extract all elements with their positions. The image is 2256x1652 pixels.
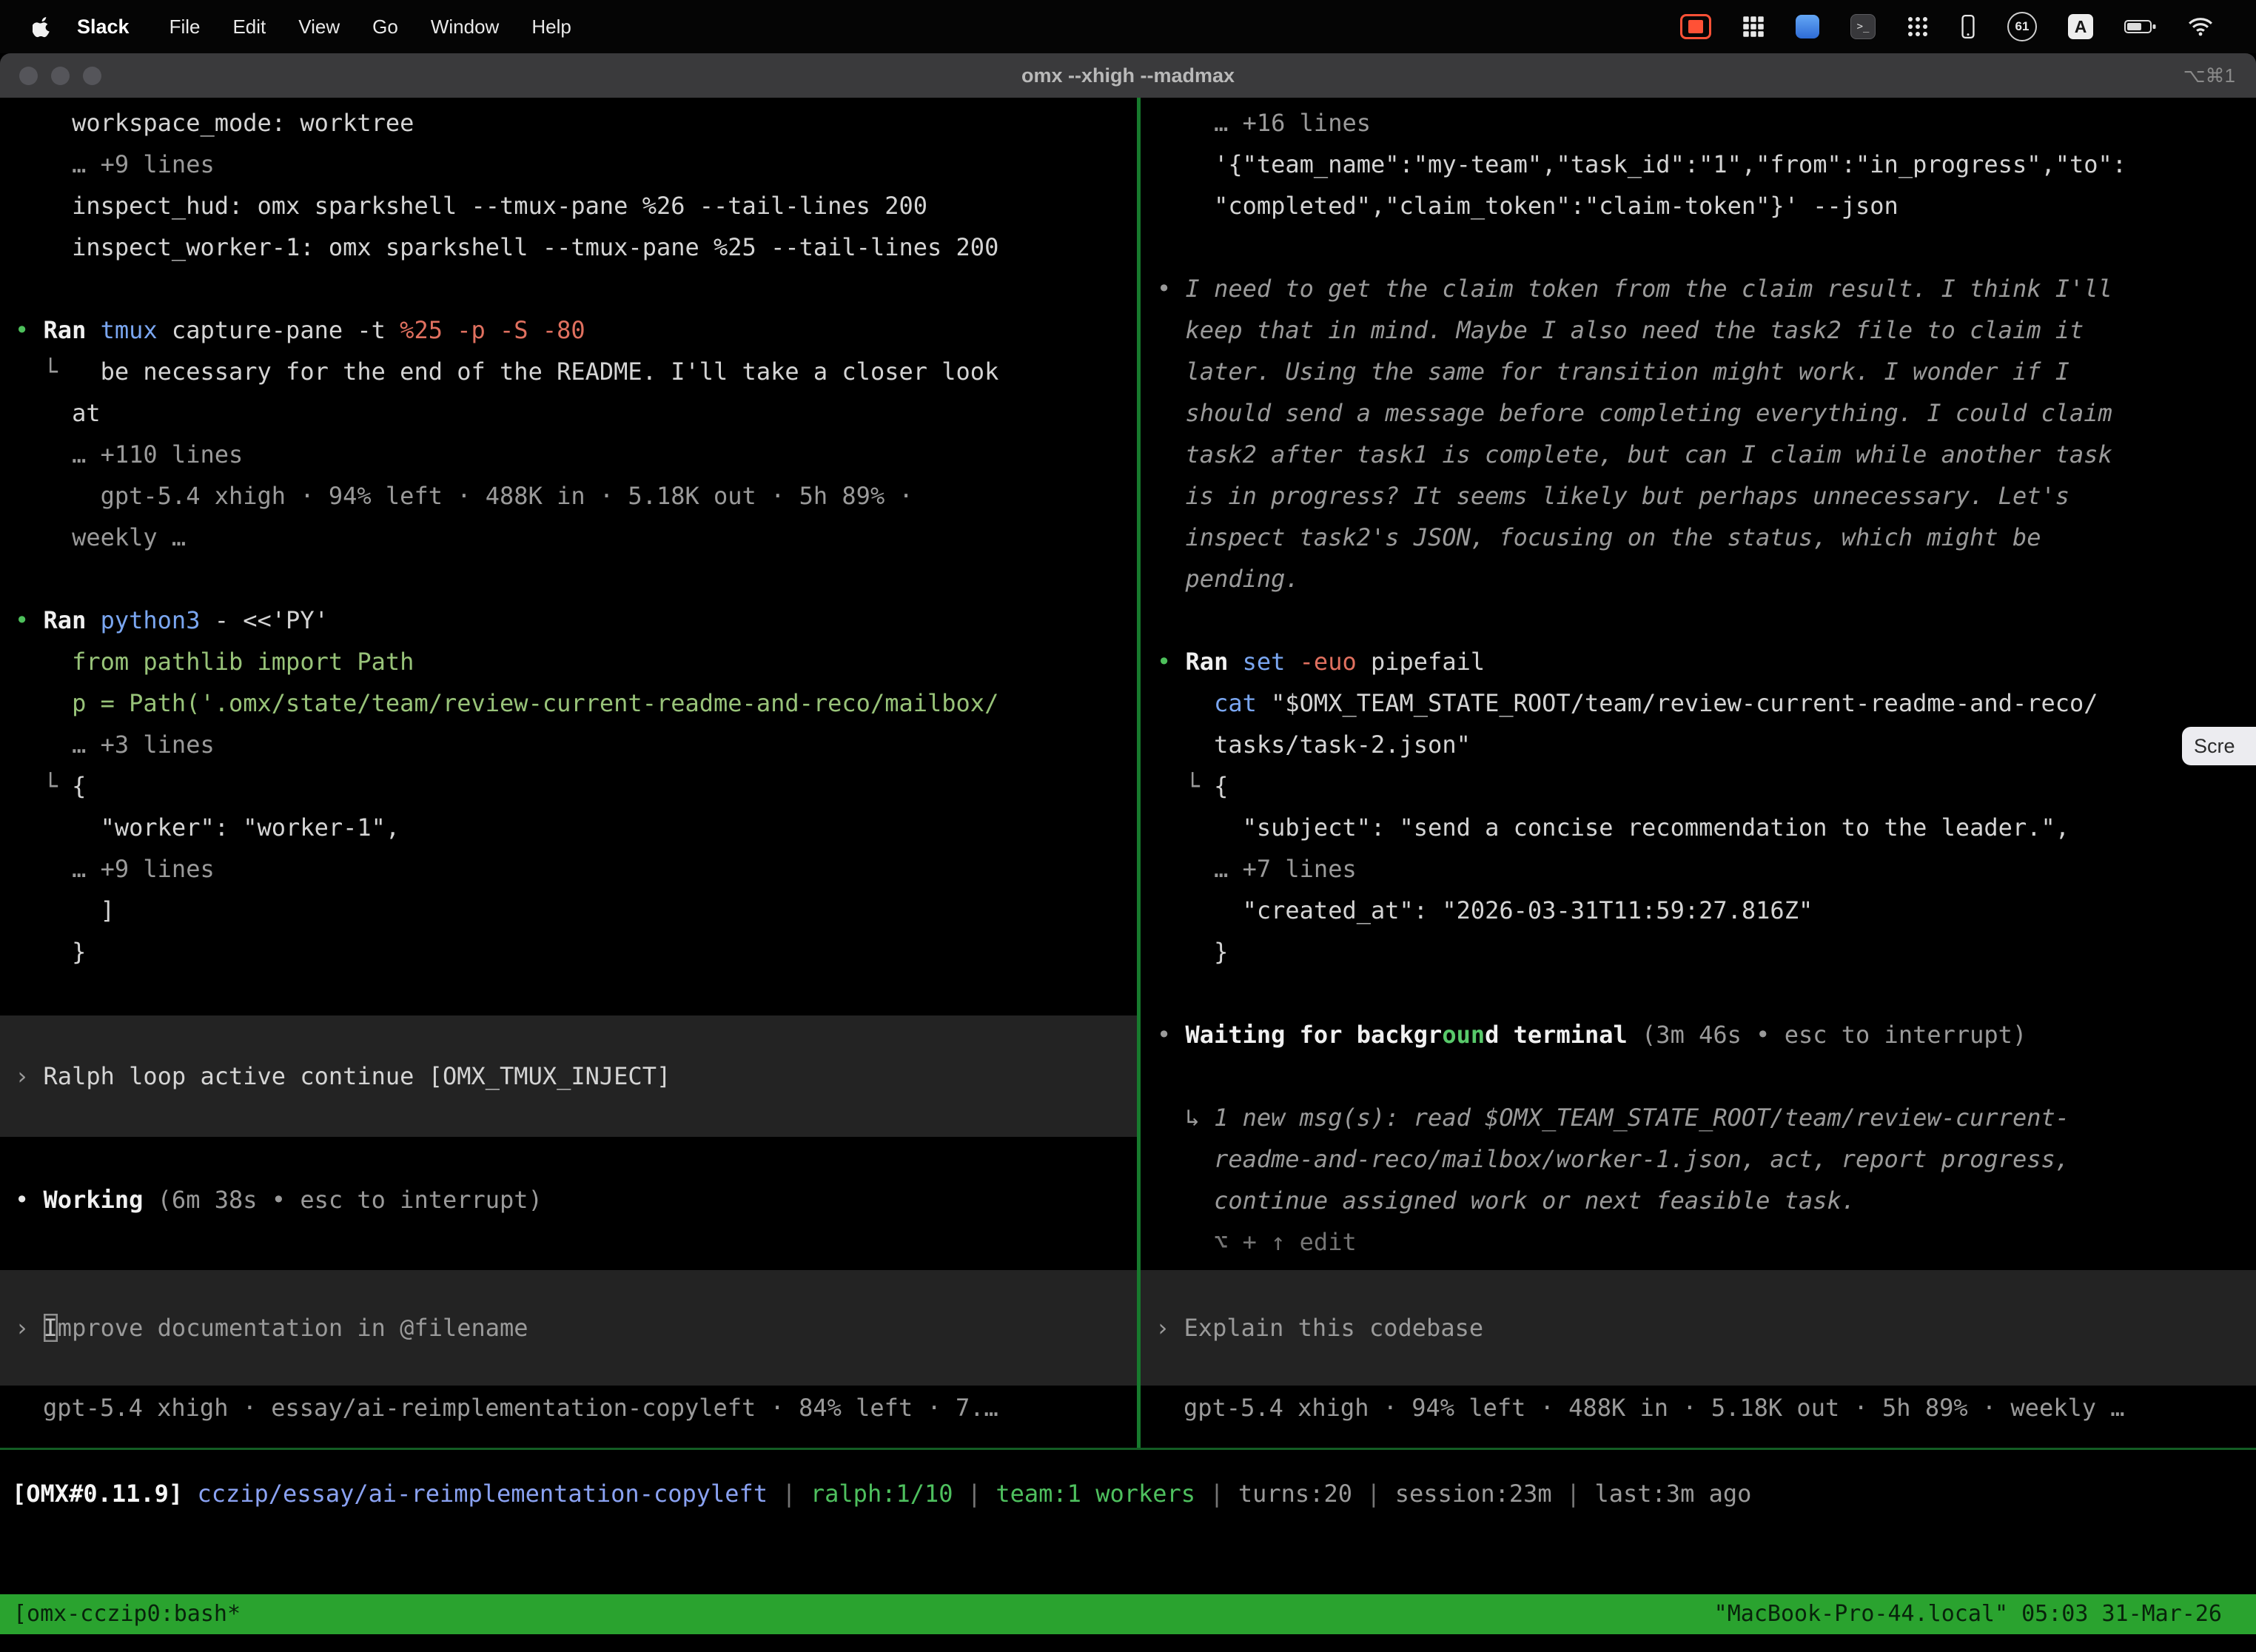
active-app-name[interactable]: Slack bbox=[77, 16, 130, 38]
menu-item-view[interactable]: View bbox=[298, 16, 340, 38]
terminal-line: inspect task2's JSON, focusing on the st… bbox=[1157, 517, 2256, 558]
terminal-line bbox=[1157, 600, 2256, 641]
terminal-line: › Ralph loop active continue [OMX_TMUX_I… bbox=[15, 1055, 671, 1097]
battery-percent-badge[interactable]: 61 bbox=[2007, 12, 2037, 41]
terminal-line: gpt-5.4 xhigh · essay/ai-reimplementatio… bbox=[43, 1387, 1137, 1428]
terminal-line: is in progress? It seems likely but perh… bbox=[1157, 475, 2256, 517]
terminal-line: "completed","claim_token":"claim-token"}… bbox=[1157, 185, 2256, 226]
omx-status-line: [OMX#0.11.9] cczip/essay/ai-reimplementa… bbox=[12, 1473, 2256, 1514]
terminal-line: } bbox=[1157, 931, 2256, 973]
terminal: workspace_mode: worktree … +9 lines insp… bbox=[0, 98, 2256, 1652]
terminal-line: └ be necessary for the end of the README… bbox=[15, 351, 1137, 392]
phone-mirroring-icon[interactable] bbox=[1960, 14, 1976, 39]
input-source-icon[interactable]: A bbox=[2068, 14, 2093, 39]
battery-icon[interactable] bbox=[2124, 19, 2157, 35]
terminal-line: "worker": "worker-1", bbox=[15, 807, 1137, 848]
left-pane-output: workspace_mode: worktree … +9 lines insp… bbox=[0, 98, 1137, 973]
terminal-line bbox=[15, 558, 1137, 600]
terminal-line: gpt-5.4 xhigh · 94% left · 488K in · 5.1… bbox=[1184, 1387, 2256, 1428]
menu-bar: Slack File Edit View Go Window Help >_ 61 A bbox=[0, 0, 2256, 53]
terminal-line: • Ran set -euo pipefail bbox=[1157, 641, 2256, 682]
terminal-line: gpt-5.4 xhigh · 94% left · 488K in · 5.1… bbox=[15, 475, 1137, 517]
blue-app-icon[interactable] bbox=[1796, 15, 1819, 38]
window-shortcut-hint: ⌥⌘1 bbox=[2183, 64, 2256, 87]
app-menus: File Edit View Go Window Help bbox=[137, 16, 571, 38]
menu-item-window[interactable]: Window bbox=[431, 16, 499, 38]
apple-menu-icon[interactable] bbox=[33, 16, 52, 38]
menu-item-edit[interactable]: Edit bbox=[232, 16, 266, 38]
terminal-line: ] bbox=[15, 890, 1137, 931]
terminal-line: └ { bbox=[1157, 765, 2256, 807]
terminal-line: '{"team_name":"my-team","task_id":"1","f… bbox=[1157, 144, 2256, 185]
terminal-line: weekly … bbox=[15, 517, 1137, 558]
terminal-line: • Waiting for background terminal (3m 46… bbox=[1157, 1014, 2256, 1055]
tmux-status-bar: [omx-cczip0:bash* "MacBook-Pro-44.local"… bbox=[0, 1594, 2256, 1634]
menu-item-help[interactable]: Help bbox=[531, 16, 571, 38]
injected-prompt-box[interactable]: › Ralph loop active continue [OMX_TMUX_I… bbox=[0, 1015, 1137, 1137]
terminal-line: └ { bbox=[15, 765, 1137, 807]
terminal-line: ⌥ + ↑ edit bbox=[1157, 1221, 2256, 1263]
terminal-line: inspect_worker-1: omx sparkshell --tmux-… bbox=[15, 226, 1137, 268]
terminal-app-icon[interactable]: >_ bbox=[1850, 14, 1876, 39]
right-model-status: gpt-5.4 xhigh · 94% left · 488K in · 5.1… bbox=[1141, 1387, 2256, 1428]
terminal-line: › Explain this codebase bbox=[1155, 1307, 1483, 1349]
terminal-line: "subject": "send a concise recommendatio… bbox=[1157, 807, 2256, 848]
wifi-icon[interactable] bbox=[2188, 17, 2213, 36]
terminal-line: from pathlib import Path bbox=[15, 641, 1137, 682]
terminal-line: • I need to get the claim token from the… bbox=[1157, 268, 2256, 309]
right-input-box[interactable]: › Explain this codebase bbox=[1141, 1270, 2256, 1386]
overlay-label: Scre bbox=[2194, 735, 2235, 758]
terminal-line: [OMX#0.11.9] cczip/essay/ai-reimplementa… bbox=[12, 1473, 2256, 1514]
terminal-line: ↳ 1 new msg(s): read $OMX_TEAM_STATE_ROO… bbox=[1157, 1097, 2256, 1138]
left-pane: workspace_mode: worktree … +9 lines insp… bbox=[0, 98, 1137, 1448]
menu-item-file[interactable]: File bbox=[169, 16, 201, 38]
terminal-line: … +3 lines bbox=[15, 724, 1137, 765]
terminal-line: } bbox=[15, 931, 1137, 973]
terminal-line: workspace_mode: worktree bbox=[15, 102, 1137, 144]
terminal-line: p = Path('.omx/state/team/review-current… bbox=[15, 682, 1137, 724]
terminal-line: › Improve documentation in @filename bbox=[15, 1307, 528, 1349]
terminal-line: at bbox=[15, 392, 1137, 434]
terminal-line bbox=[15, 268, 1137, 309]
right-pane-output: … +16 lines '{"team_name":"my-team","tas… bbox=[1141, 98, 2256, 1263]
terminal-line: cat "$OMX_TEAM_STATE_ROOT/team/review-cu… bbox=[1157, 682, 2256, 724]
terminal-line: … +9 lines bbox=[15, 144, 1137, 185]
terminal-line: … +9 lines bbox=[15, 848, 1137, 890]
terminal-line: … +16 lines bbox=[1157, 102, 2256, 144]
left-input-box[interactable]: › Improve documentation in @filename bbox=[0, 1270, 1137, 1386]
menu-item-go[interactable]: Go bbox=[372, 16, 398, 38]
screen-recording-icon[interactable] bbox=[1680, 14, 1711, 39]
terminal-line: "created_at": "2026-03-31T11:59:27.816Z" bbox=[1157, 890, 2256, 931]
terminal-line: … +110 lines bbox=[15, 434, 1137, 475]
tmux-session-info: [omx-cczip0:bash* bbox=[0, 1594, 241, 1635]
terminal-line: task2 after task1 is complete, but can I… bbox=[1157, 434, 2256, 475]
menu-bar-status-tray: >_ 61 A bbox=[1680, 12, 2256, 41]
working-status: • Working (6m 38s • esc to interrupt) bbox=[15, 1179, 543, 1220]
terminal-line bbox=[1157, 226, 2256, 268]
terminal-line bbox=[1157, 973, 2256, 1014]
screen-capture-overlay[interactable]: Scre bbox=[2182, 727, 2256, 765]
terminal-line: inspect_hud: omx sparkshell --tmux-pane … bbox=[15, 185, 1137, 226]
dots-grid-icon[interactable] bbox=[1907, 16, 1929, 38]
grid-app-icon[interactable] bbox=[1742, 16, 1765, 38]
desktop: Slack File Edit View Go Window Help >_ 61 A bbox=[0, 0, 2256, 1652]
terminal-line: … +7 lines bbox=[1157, 848, 2256, 890]
terminal-line: • Working (6m 38s • esc to interrupt) bbox=[15, 1179, 543, 1220]
status-pane-divider bbox=[0, 1448, 2256, 1450]
terminal-line: later. Using the same for transition mig… bbox=[1157, 351, 2256, 392]
terminal-line: • Ran tmux capture-pane -t %25 -p -S -80 bbox=[15, 309, 1137, 351]
tmux-host-time: "MacBook-Pro-44.local" 05:03 31-Mar-26 bbox=[1714, 1594, 2256, 1635]
window-title-bar[interactable]: omx --xhigh --madmax ⌥⌘1 bbox=[0, 53, 2256, 98]
terminal-line: pending. bbox=[1157, 558, 2256, 600]
left-model-status: gpt-5.4 xhigh · essay/ai-reimplementatio… bbox=[0, 1387, 1137, 1428]
terminal-line bbox=[1157, 1055, 2256, 1097]
terminal-line: keep that in mind. Maybe I also need the… bbox=[1157, 309, 2256, 351]
terminal-line: should send a message before completing … bbox=[1157, 392, 2256, 434]
terminal-line: continue assigned work or next feasible … bbox=[1157, 1180, 2256, 1221]
right-pane: … +16 lines '{"team_name":"my-team","tas… bbox=[1141, 98, 2256, 1448]
window-title: omx --xhigh --madmax bbox=[0, 64, 2256, 87]
terminal-line: • Ran python3 - <<'PY' bbox=[15, 600, 1137, 641]
terminal-line: tasks/task-2.json" bbox=[1157, 724, 2256, 765]
terminal-line: readme-and-reco/mailbox/worker-1.json, a… bbox=[1157, 1138, 2256, 1180]
